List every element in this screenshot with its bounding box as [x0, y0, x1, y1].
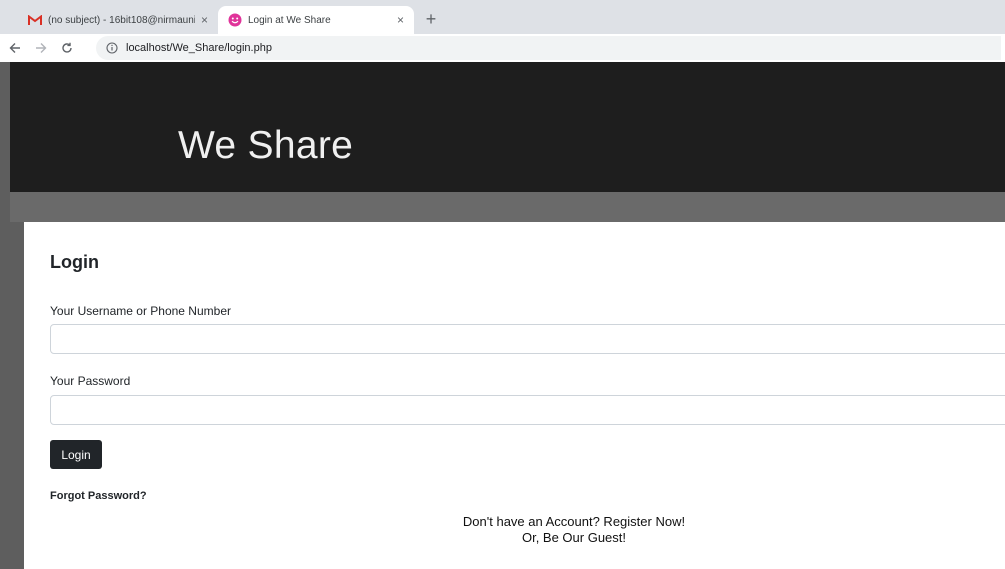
password-input[interactable] [50, 395, 1005, 425]
close-icon[interactable]: × [201, 13, 208, 27]
register-guest-block: Don't have an Account? Register Now! Or,… [384, 514, 764, 546]
forgot-password-link[interactable]: Forgot Password? [50, 490, 147, 502]
back-arrow-icon[interactable] [4, 37, 26, 59]
site-header: We Share [10, 62, 1005, 192]
login-heading: Login [50, 252, 99, 272]
forward-arrow-icon[interactable] [30, 37, 52, 59]
info-icon[interactable] [106, 42, 120, 54]
tab-title: (no subject) - 16bit108@nirmauni [48, 14, 195, 26]
browser-toolbar: localhost/We_Share/login.php [0, 34, 1005, 62]
reload-icon[interactable] [56, 37, 78, 59]
guest-link[interactable]: Or, Be Our Guest! [384, 530, 764, 546]
smiley-favicon-icon [228, 13, 242, 27]
gmail-icon [28, 13, 42, 27]
tab-gmail[interactable]: (no subject) - 16bit108@nirmauni × [18, 6, 218, 34]
login-button[interactable]: Login [50, 440, 102, 469]
header-divider-band [10, 192, 1005, 222]
login-card: Login Your Username or Phone Number Your… [24, 222, 1005, 569]
password-label: Your Password [50, 374, 131, 388]
tab-login[interactable]: Login at We Share × [218, 6, 414, 34]
site-title: We Share [178, 124, 354, 167]
new-tab-button[interactable]: + [420, 8, 442, 30]
close-icon[interactable]: × [397, 13, 404, 27]
address-bar[interactable]: localhost/We_Share/login.php [96, 36, 1001, 60]
url-text: localhost/We_Share/login.php [126, 42, 272, 54]
tab-title: Login at We Share [248, 14, 331, 26]
browser-tab-strip: (no subject) - 16bit108@nirmauni × Login… [0, 0, 1005, 34]
register-now-link[interactable]: Don't have an Account? Register Now! [384, 514, 764, 530]
username-input[interactable] [50, 324, 1005, 354]
username-label: Your Username or Phone Number [50, 304, 231, 318]
